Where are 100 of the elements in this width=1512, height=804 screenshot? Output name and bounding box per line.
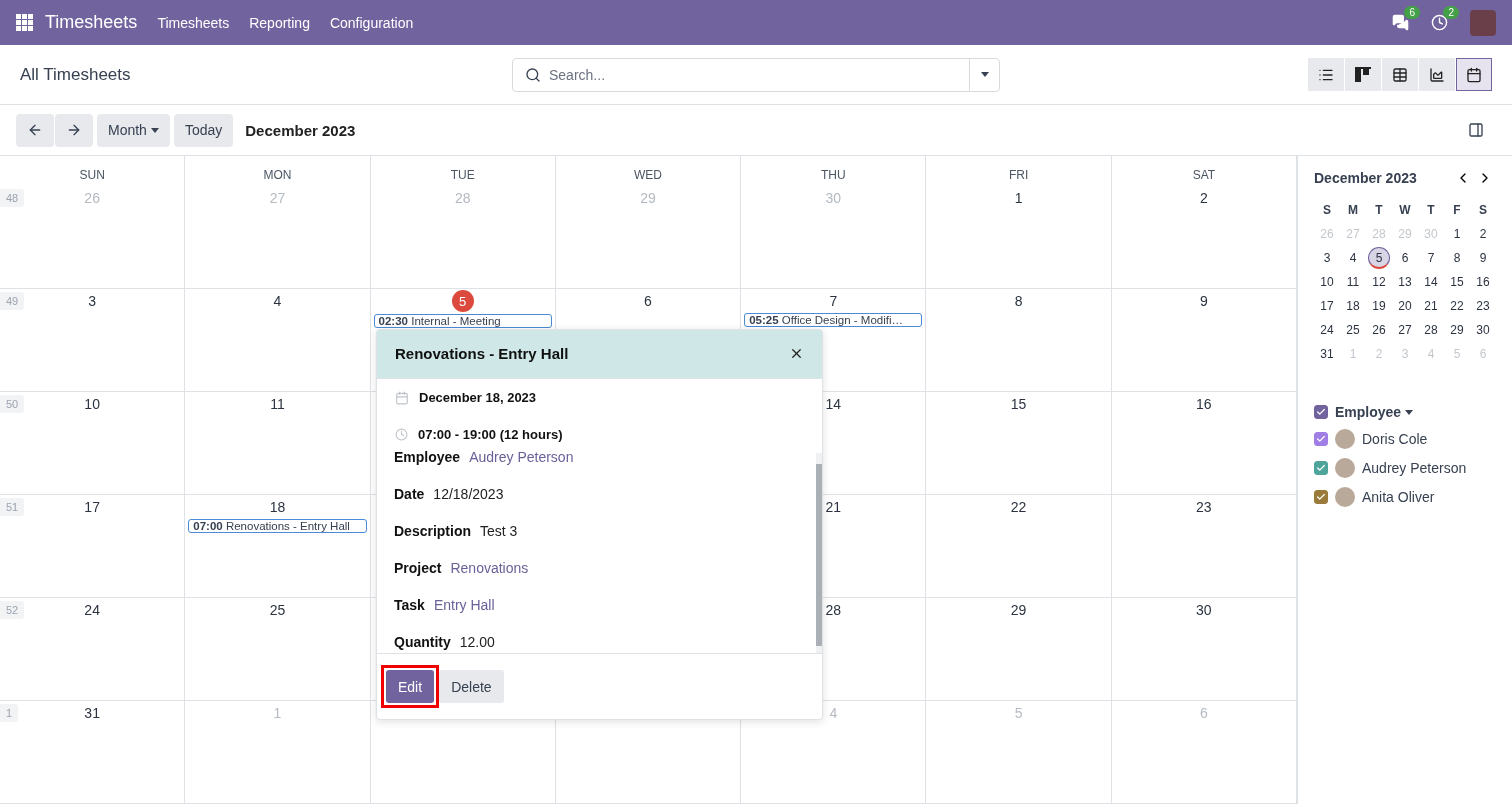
calendar-event[interactable]: 05:25 Office Design - Modifi… <box>744 313 923 327</box>
calendar-event[interactable]: 07:00 Renovations - Entry Hall <box>188 519 367 533</box>
day-number[interactable]: 4 <box>273 291 282 311</box>
day-number[interactable]: 14 <box>825 394 842 414</box>
clock-icon[interactable] <box>1431 14 1448 31</box>
delete-button[interactable]: Delete <box>439 670 504 704</box>
day-number[interactable]: 10 <box>84 394 100 414</box>
area-chart-icon <box>1429 66 1445 83</box>
field-link[interactable]: Renovations <box>450 559 529 576</box>
day-number[interactable]: 2 <box>1199 188 1208 208</box>
mini-calendar-day[interactable]: 25 <box>1342 319 1364 341</box>
mini-calendar-day[interactable]: 26 <box>1368 319 1390 341</box>
mini-calendar-day[interactable]: 14 <box>1420 271 1442 293</box>
day-number[interactable]: 8 <box>1014 291 1023 311</box>
mini-calendar-day[interactable]: 11 <box>1342 271 1364 293</box>
day-number[interactable]: 29 <box>1010 600 1027 620</box>
day-number[interactable]: 24 <box>84 600 100 620</box>
mini-calendar-day[interactable]: 13 <box>1394 271 1416 293</box>
day-number[interactable]: 3 <box>88 291 97 311</box>
day-number[interactable]: 21 <box>825 497 842 517</box>
mini-calendar-day[interactable]: 3 <box>1316 247 1338 269</box>
day-number[interactable]: 16 <box>1196 394 1212 414</box>
search-icon <box>525 66 541 83</box>
weekday-header: SAT <box>1111 156 1297 186</box>
mini-calendar-day[interactable]: 24 <box>1316 319 1338 341</box>
menu-item[interactable]: Reporting <box>249 14 310 31</box>
day-number[interactable]: 18 <box>269 497 286 517</box>
day-number[interactable]: 28 <box>825 600 842 620</box>
mini-calendar-day[interactable]: 23 <box>1472 295 1494 317</box>
mini-calendar-day[interactable]: 19 <box>1368 295 1390 317</box>
field-label: Quantity <box>394 633 451 650</box>
mini-weekday: M <box>1348 202 1358 219</box>
day-number[interactable]: 23 <box>1196 497 1212 517</box>
employee-name[interactable]: Audrey Peterson <box>1362 460 1467 476</box>
field-value: Test 3 <box>480 522 518 539</box>
weekday-header: FRI <box>926 156 1112 186</box>
checkbox[interactable] <box>1314 461 1328 475</box>
sidebar-toggle-icon[interactable] <box>1468 122 1484 138</box>
checkbox[interactable] <box>1314 405 1328 419</box>
day-number[interactable]: 22 <box>1010 497 1027 517</box>
mini-calendar-day[interactable]: 12 <box>1368 271 1390 293</box>
today-button[interactable]: Today <box>173 113 234 147</box>
day-number[interactable]: 7 <box>829 291 838 311</box>
mini-calendar-day[interactable]: 27 <box>1394 319 1416 341</box>
apps-grid-icon[interactable] <box>16 14 33 31</box>
mini-calendar-day[interactable]: 6 <box>1394 247 1416 269</box>
mini-calendar-day[interactable]: 20 <box>1394 295 1416 317</box>
day-number[interactable]: 17 <box>84 497 100 517</box>
mini-calendar-day[interactable]: 15 <box>1446 271 1468 293</box>
check-icon <box>1316 407 1326 417</box>
field-label: Employee <box>394 448 461 465</box>
mini-calendar-day[interactable]: 8 <box>1446 247 1468 269</box>
mini-calendar-day[interactable]: 10 <box>1316 271 1338 293</box>
mini-calendar-day[interactable]: 1 <box>1446 223 1468 245</box>
day-number[interactable]: 31 <box>84 703 100 723</box>
scale-dropdown[interactable]: Month <box>97 113 170 147</box>
calendar-event[interactable]: 02:30 Internal - Meeting <box>373 314 552 328</box>
day-number[interactable]: 9 <box>1199 291 1208 311</box>
employee-name[interactable]: Doris Cole <box>1362 431 1428 447</box>
mini-calendar-day[interactable]: 22 <box>1446 295 1468 317</box>
mini-calendar-day[interactable]: 17 <box>1316 295 1338 317</box>
mini-calendar-day[interactable]: 16 <box>1472 271 1494 293</box>
search-bar[interactable]: Search... <box>512 57 1000 92</box>
activity-count: 2 <box>1443 6 1459 19</box>
previous-button[interactable] <box>16 113 54 147</box>
next-button[interactable] <box>55 113 93 147</box>
menu-item[interactable]: Timesheets <box>157 14 230 31</box>
day-number[interactable]: 11 <box>270 394 285 414</box>
mini-calendar-day[interactable]: 9 <box>1472 247 1494 269</box>
mini-calendar-day[interactable]: 21 <box>1420 295 1442 317</box>
chat-icon[interactable] <box>1392 14 1409 31</box>
mini-calendar-day[interactable]: 28 <box>1420 319 1442 341</box>
mini-calendar-day[interactable]: 4 <box>1342 247 1364 269</box>
day-number[interactable]: 25 <box>269 600 286 620</box>
mini-calendar-day[interactable]: 30 <box>1472 319 1494 341</box>
day-number[interactable]: 1 <box>1014 188 1023 208</box>
checkbox[interactable] <box>1314 490 1328 504</box>
filter-title[interactable]: Employee <box>1335 404 1414 420</box>
employee-name[interactable]: Anita Oliver <box>1362 489 1435 505</box>
scrollbar[interactable] <box>816 452 822 653</box>
day-number[interactable]: 6 <box>644 291 652 311</box>
message-count: 6 <box>1404 6 1420 19</box>
view-switch-button[interactable] <box>1456 58 1492 91</box>
edit-button[interactable]: Edit <box>386 670 435 704</box>
field-link[interactable]: Entry Hall <box>433 596 495 613</box>
day-number[interactable]: 30 <box>1196 600 1212 620</box>
menu-item[interactable]: Configuration <box>329 14 414 31</box>
mini-calendar-day[interactable]: 5 <box>1368 247 1390 269</box>
app-name[interactable]: Timesheets <box>45 12 138 33</box>
field-link[interactable]: Audrey Peterson <box>469 448 574 465</box>
mini-calendar-day[interactable]: 18 <box>1342 295 1364 317</box>
mini-calendar-day[interactable]: 7 <box>1420 247 1442 269</box>
today-day-number[interactable]: 5 <box>451 290 474 312</box>
day-number[interactable]: 15 <box>1010 394 1027 414</box>
week-number: 49 <box>0 292 25 310</box>
mini-calendar-day[interactable]: 31 <box>1316 343 1338 365</box>
weekday-header: WED <box>555 156 742 186</box>
mini-calendar-day[interactable]: 29 <box>1446 319 1468 341</box>
checkbox[interactable] <box>1314 432 1328 446</box>
mini-calendar-day[interactable]: 2 <box>1472 223 1494 245</box>
